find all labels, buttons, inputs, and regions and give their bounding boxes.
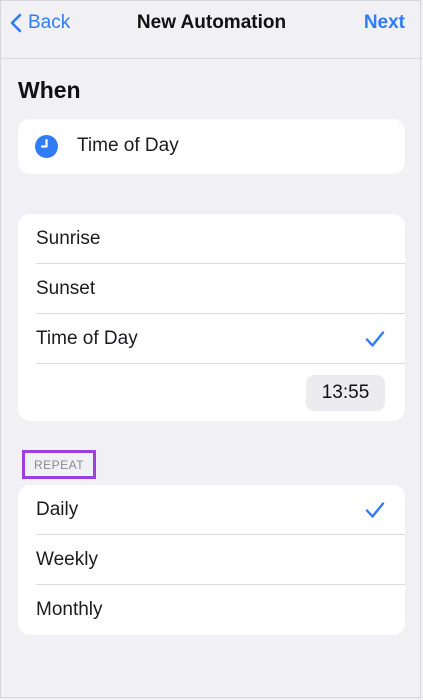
repeat-section-header: REPEAT [22, 450, 96, 479]
next-button[interactable]: Next [364, 12, 405, 34]
time-picker[interactable]: 13:55 [306, 375, 385, 411]
checkmark-icon [365, 501, 385, 519]
option-label: Sunset [36, 278, 96, 299]
repeat-monthly[interactable]: Monthly [18, 585, 405, 635]
option-label: Time of Day [36, 328, 138, 349]
row-divider [36, 363, 405, 364]
option-time-of-day[interactable]: Time of Day [18, 314, 405, 364]
navigation-bar: Back New Automation Next [0, 0, 423, 46]
time-options-list: Sunrise Sunset Time of Day 13:55 [18, 214, 405, 421]
repeat-label: Daily [36, 499, 79, 520]
repeat-label: Monthly [36, 599, 103, 620]
checkmark-icon [365, 330, 385, 348]
option-sunset[interactable]: Sunset [18, 264, 405, 314]
repeat-label: Weekly [36, 549, 98, 570]
trigger-card[interactable]: Time of Day [18, 119, 405, 174]
option-sunrise[interactable]: Sunrise [18, 214, 405, 264]
repeat-weekly[interactable]: Weekly [18, 535, 405, 585]
page-title: New Automation [136, 12, 287, 33]
repeat-daily[interactable]: Daily [18, 485, 405, 535]
clock-icon [35, 135, 58, 158]
repeat-options-list: Daily Weekly Monthly [18, 485, 405, 635]
section-heading: When [18, 77, 81, 103]
option-label: Sunrise [36, 228, 101, 249]
trigger-label: Time of Day [77, 135, 179, 156]
nav-divider [0, 58, 423, 59]
